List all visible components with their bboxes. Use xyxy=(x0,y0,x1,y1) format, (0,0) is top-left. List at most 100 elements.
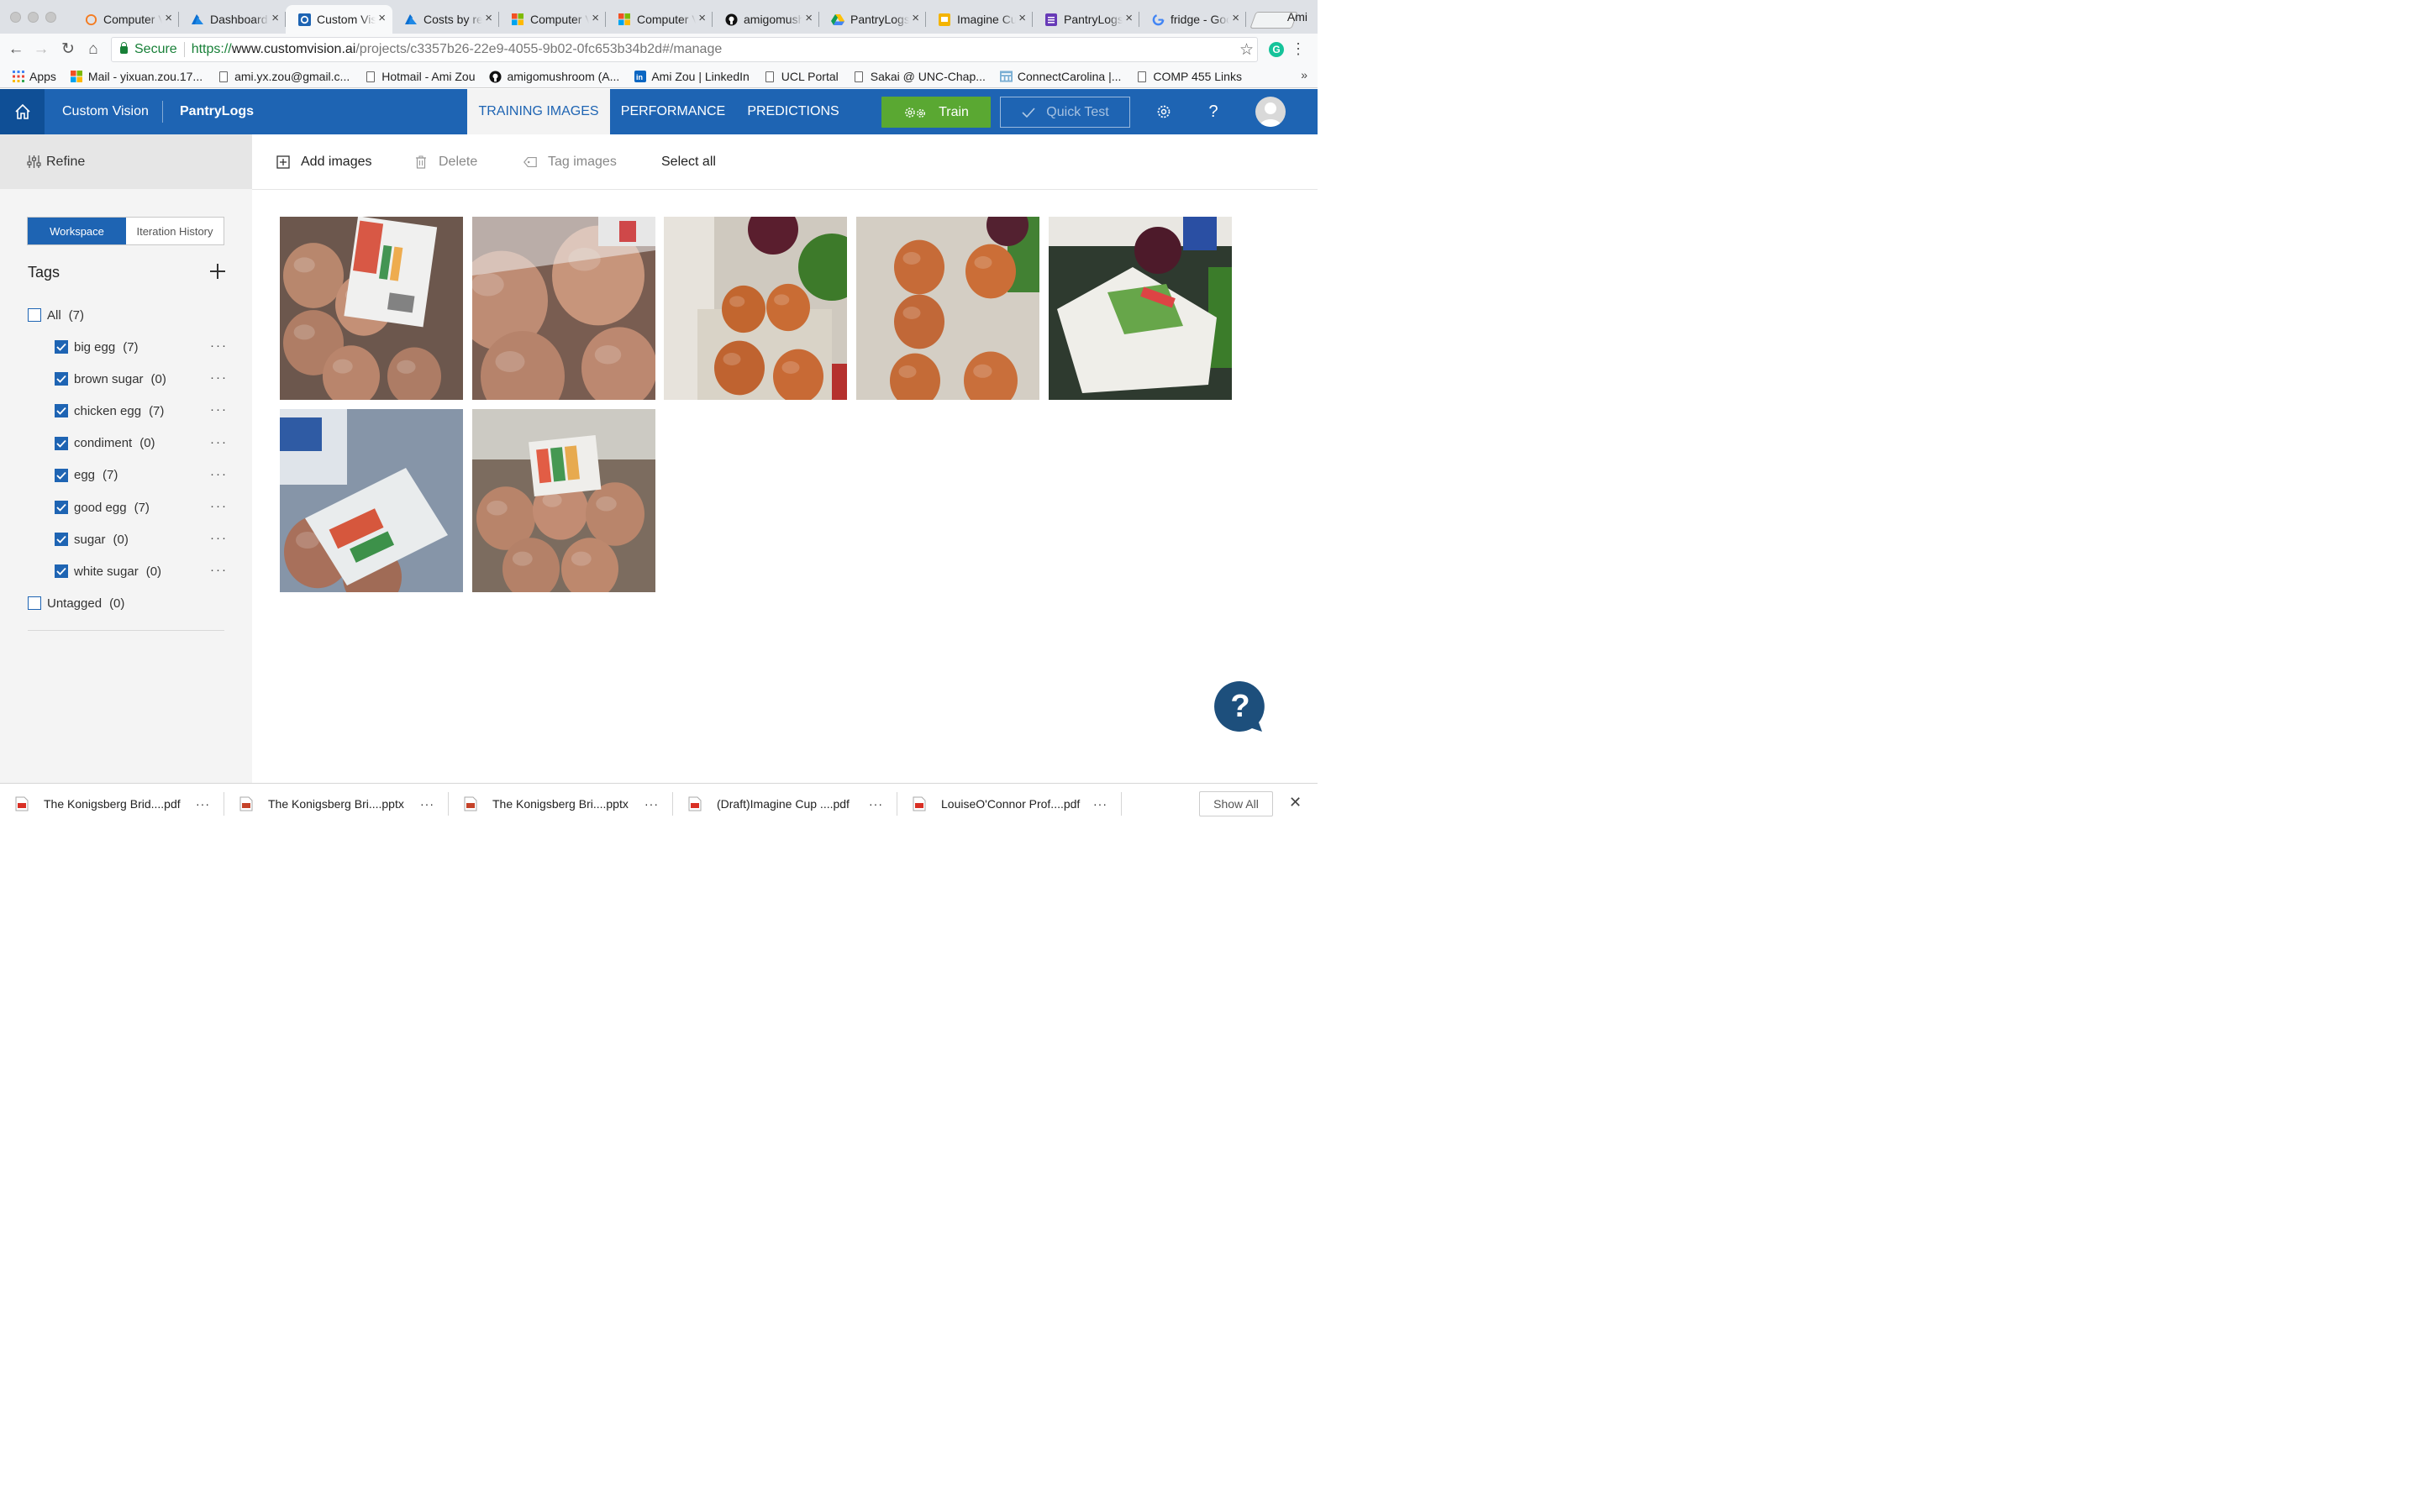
maximize-window-dot[interactable] xyxy=(45,12,56,23)
select-all-button[interactable]: Select all xyxy=(661,155,716,170)
training-image-thumbnail[interactable] xyxy=(664,217,847,400)
close-tab-icon[interactable]: × xyxy=(592,12,599,25)
download-item[interactable]: (Draft)Imagine Cup ....pdf xyxy=(688,784,850,824)
iteration-history-button[interactable]: Iteration History xyxy=(126,218,224,244)
bookmark-item[interactable]: COMP 455 Links xyxy=(1135,70,1242,83)
bookmark-item[interactable]: in Ami Zou | LinkedIn xyxy=(634,70,750,83)
training-image-thumbnail[interactable] xyxy=(472,217,655,400)
bookmark-item[interactable]: Hotmail - Ami Zou xyxy=(364,70,475,83)
download-options-icon[interactable]: ··· xyxy=(644,784,659,824)
training-image-thumbnail[interactable] xyxy=(280,217,463,400)
back-icon[interactable]: ← xyxy=(7,40,25,59)
training-image-thumbnail[interactable] xyxy=(1049,217,1232,400)
tag-filter-item[interactable]: chicken egg (7) xyxy=(55,402,164,420)
all-checkbox[interactable] xyxy=(28,308,41,322)
workspace-button[interactable]: Workspace xyxy=(28,218,126,244)
bookmark-item[interactable]: ConnectCarolina |... xyxy=(999,70,1121,83)
tag-filter-item[interactable]: sugar (0) xyxy=(55,530,129,549)
tag-more-options-icon[interactable]: ··· xyxy=(210,531,228,545)
tag-checkbox[interactable] xyxy=(55,501,68,514)
grammarly-extension-icon[interactable]: G xyxy=(1269,42,1284,57)
help-chat-icon[interactable]: ? xyxy=(1213,680,1267,733)
bookmark-item[interactable]: Sakai @ UNC-Chap... xyxy=(853,70,986,83)
download-options-icon[interactable]: ··· xyxy=(196,784,210,824)
home-button[interactable] xyxy=(0,89,45,134)
training-image-thumbnail[interactable] xyxy=(856,217,1039,400)
close-window-dot[interactable] xyxy=(10,12,21,23)
close-tab-icon[interactable]: × xyxy=(378,12,386,25)
tag-more-options-icon[interactable]: ··· xyxy=(210,435,228,449)
project-name[interactable]: PantryLogs xyxy=(180,104,254,119)
bookmark-item[interactable]: Mail - yixuan.zou.17... xyxy=(71,70,203,83)
tag-more-options-icon[interactable]: ··· xyxy=(210,339,228,353)
quick-test-button[interactable]: Quick Test xyxy=(1000,97,1130,128)
tag-checkbox[interactable] xyxy=(55,564,68,579)
browser-tab[interactable]: PantryLogs × xyxy=(1033,5,1139,34)
close-tab-icon[interactable]: × xyxy=(1232,12,1239,25)
tag-more-options-icon[interactable]: ··· xyxy=(210,499,228,513)
browser-tab[interactable]: Computer Vision× xyxy=(606,5,713,34)
close-tab-icon[interactable]: × xyxy=(912,12,919,25)
training-image-thumbnail[interactable] xyxy=(280,409,463,592)
browser-tab[interactable]: Custom Vision× xyxy=(286,5,392,34)
download-options-icon[interactable]: ··· xyxy=(869,784,883,824)
avatar[interactable] xyxy=(1255,97,1286,127)
browser-menu-icon[interactable]: ⋮ xyxy=(1291,40,1306,58)
bookmark-item[interactable]: Apps xyxy=(12,70,56,83)
tag-images-button[interactable]: Tag images xyxy=(523,155,617,170)
download-options-icon[interactable]: ··· xyxy=(420,784,434,824)
tag-filter-item[interactable]: good egg (7) xyxy=(55,498,150,517)
browser-tab[interactable]: Costs by resource× xyxy=(392,5,499,34)
url-field[interactable]: Secure https://www.customvision.ai/proje… xyxy=(111,37,1258,62)
tag-more-options-icon[interactable]: ··· xyxy=(210,563,228,577)
refine-toggle[interactable]: Refine xyxy=(0,134,252,189)
settings-gear-icon[interactable] xyxy=(1154,102,1174,122)
tag-checkbox[interactable] xyxy=(55,533,68,547)
close-tab-icon[interactable]: × xyxy=(1125,12,1133,25)
tag-filter-untagged[interactable]: Untagged (0) xyxy=(28,594,124,612)
browser-tab[interactable]: Computer Vision× xyxy=(499,5,606,34)
download-item[interactable]: LouiseO'Connor Prof....pdf xyxy=(913,784,1080,824)
secure-indicator[interactable]: Secure xyxy=(120,41,177,57)
close-downloads-icon[interactable]: ✕ xyxy=(1289,794,1302,811)
close-tab-icon[interactable]: × xyxy=(165,12,172,25)
home-page-icon[interactable]: ⌂ xyxy=(84,40,103,59)
close-tab-icon[interactable]: × xyxy=(1018,12,1026,25)
browser-tab[interactable]: Computer Vision× xyxy=(72,5,179,34)
bookmark-star-icon[interactable]: ☆ xyxy=(1239,40,1254,60)
bookmark-item[interactable]: UCL Portal xyxy=(764,70,839,83)
browser-tab[interactable]: amigomushroom× xyxy=(713,5,819,34)
train-button[interactable]: Train xyxy=(881,97,991,128)
untagged-checkbox[interactable] xyxy=(28,596,41,610)
tag-checkbox[interactable] xyxy=(55,436,68,450)
tag-more-options-icon[interactable]: ··· xyxy=(210,467,228,481)
tag-checkbox[interactable] xyxy=(55,404,68,418)
bookmark-item[interactable]: ami.yx.zou@gmail.c... xyxy=(217,70,350,83)
close-tab-icon[interactable]: × xyxy=(805,12,813,25)
add-images-button[interactable]: Add images xyxy=(276,155,372,170)
tab-performance[interactable]: PERFORMANCE xyxy=(618,89,728,134)
help-question-icon[interactable]: ? xyxy=(1203,102,1223,122)
browser-tab[interactable]: Dashboard - Microsoft Azure× xyxy=(179,5,286,34)
download-item[interactable]: The Konigsberg Bri....pptx xyxy=(239,784,404,824)
tag-filter-item[interactable]: big egg (7) xyxy=(55,338,139,356)
tag-filter-item[interactable]: brown sugar (0) xyxy=(55,370,166,388)
tag-checkbox[interactable] xyxy=(55,372,68,386)
tag-filter-item[interactable]: condiment (0) xyxy=(55,434,155,453)
minimize-window-dot[interactable] xyxy=(28,12,39,23)
bookmark-item[interactable]: amigomushroom (A... xyxy=(489,70,619,83)
forward-icon[interactable]: → xyxy=(32,40,50,59)
close-tab-icon[interactable]: × xyxy=(698,12,706,25)
brand-link[interactable]: Custom Vision xyxy=(62,104,149,119)
close-tab-icon[interactable]: × xyxy=(485,12,492,25)
close-tab-icon[interactable]: × xyxy=(271,12,279,25)
browser-tab[interactable]: Imagine Cup× xyxy=(926,5,1033,34)
tab-predictions[interactable]: PREDICTIONS xyxy=(739,89,847,134)
training-image-thumbnail[interactable] xyxy=(472,409,655,592)
add-tag-plus-icon[interactable] xyxy=(208,261,228,281)
tag-checkbox[interactable] xyxy=(55,468,68,482)
bookmarks-overflow-icon[interactable]: » xyxy=(1301,68,1307,81)
reload-icon[interactable]: ↻ xyxy=(59,40,77,59)
tag-filter-all[interactable]: All (7) xyxy=(28,306,84,324)
tag-checkbox[interactable] xyxy=(55,340,68,354)
